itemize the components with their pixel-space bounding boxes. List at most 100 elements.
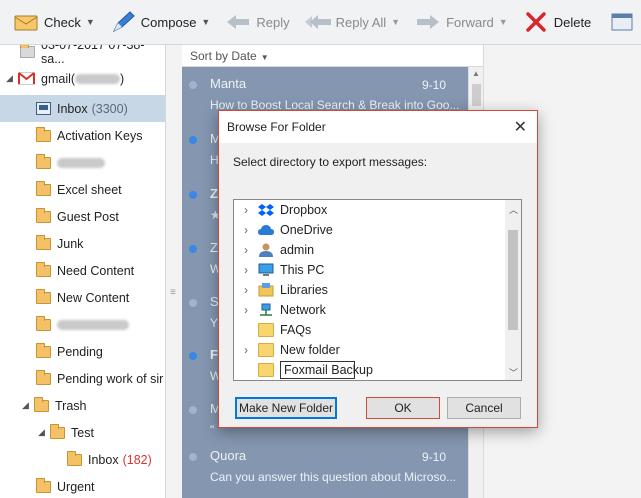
expand-icon[interactable]: › — [238, 283, 254, 297]
collapse-icon[interactable]: ◢ — [6, 73, 18, 84]
sidebar-item-redacted-2[interactable] — [0, 311, 165, 338]
cloud-icon — [258, 225, 274, 235]
sidebar-item-test-inbox[interactable]: Inbox (182) — [0, 446, 165, 473]
rename-input[interactable]: Foxmail Backup — [280, 361, 373, 379]
sort-dropdown[interactable]: Sort by Date ▼ — [182, 45, 483, 67]
tree-scrollbar[interactable]: ︿ ﹀ — [505, 200, 521, 380]
folder-icon — [67, 450, 82, 466]
sidebar-item-label: Test — [71, 425, 94, 440]
browse-folder-dialog: Browse For Folder ✕ Select directory to … — [218, 110, 538, 428]
sidebar-item-label: Pending — [57, 344, 103, 359]
sidebar-item-test[interactable]: ◢ Test — [0, 419, 165, 446]
unread-dot[interactable] — [189, 136, 197, 144]
expand-icon[interactable]: › — [238, 263, 254, 277]
scroll-thumb[interactable] — [508, 230, 518, 330]
tree-item-onedrive[interactable]: › OneDrive — [234, 220, 506, 240]
grip-icon: ≡ — [170, 287, 176, 298]
pane-splitter[interactable]: ≡ — [166, 45, 182, 498]
scroll-up-icon[interactable]: ▲ — [472, 69, 480, 78]
chevron-down-icon[interactable]: ▼ — [86, 17, 95, 27]
reply-all-label: Reply All — [335, 14, 387, 30]
sidebar-item-pending-work[interactable]: Pending work of sir — [0, 365, 165, 392]
expand-icon[interactable]: › — [238, 203, 254, 217]
tree-item-label: FAQs — [280, 323, 312, 337]
read-status-dot[interactable] — [189, 406, 197, 414]
expand-icon[interactable]: › — [238, 243, 254, 257]
sidebar-item-junk[interactable]: Junk — [0, 230, 165, 257]
sidebar-item-account-backup[interactable]: 03-07-2017 07-38-sa... — [0, 45, 165, 66]
close-icon[interactable]: ✕ — [514, 117, 527, 137]
folder-icon — [36, 234, 51, 250]
collapse-icon[interactable]: ◢ — [38, 427, 50, 438]
folder-icon — [36, 207, 51, 223]
tree-item-label: Libraries — [280, 283, 328, 297]
compose-button[interactable]: Compose ▼ — [109, 0, 210, 45]
toolbar: Check ▼ Compose ▼ Reply Reply All ▼ Forw… — [0, 0, 641, 45]
tree-item-dropbox[interactable]: › Dropbox — [234, 200, 506, 220]
forward-label: Forward — [446, 14, 494, 30]
delete-x-icon — [522, 9, 550, 35]
chevron-up-icon[interactable]: ︿ — [509, 203, 518, 216]
sidebar-item-new-content[interactable]: New Content — [0, 284, 165, 311]
chevron-down-icon[interactable]: ﹀ — [509, 366, 518, 379]
unread-dot[interactable] — [189, 191, 197, 199]
tree-item-label: New folder — [280, 343, 340, 357]
sidebar-item-activation-keys[interactable]: Activation Keys — [0, 122, 165, 149]
sidebar-item-gmail-account[interactable]: ◢ gmail( ) — [0, 65, 165, 92]
sidebar-item-inbox[interactable]: Inbox (3300) — [0, 95, 165, 122]
read-status-dot[interactable] — [189, 453, 197, 461]
chevron-down-icon[interactable]: ▼ — [201, 17, 210, 27]
tree-item-foxmail-backup[interactable]: Foxmail Backup — [234, 360, 506, 380]
folder-icon — [20, 45, 35, 58]
chevron-down-icon[interactable]: ▼ — [499, 17, 508, 27]
tree-item-libraries[interactable]: › Libraries — [234, 280, 506, 300]
list-item[interactable]: Quora 9-10 Can you answer this question … — [182, 442, 468, 498]
dialog-title: Browse For Folder — [227, 120, 326, 134]
tree-item-new-folder[interactable]: › New folder — [234, 340, 506, 360]
check-button[interactable]: Check ▼ — [12, 0, 95, 45]
reply-all-button[interactable]: Reply All ▼ — [304, 0, 400, 45]
sidebar-item-excel-sheet[interactable]: Excel sheet — [0, 176, 165, 203]
tree-item-faqs[interactable]: FAQs — [234, 320, 506, 340]
unread-dot[interactable] — [189, 352, 197, 360]
user-icon — [259, 243, 273, 257]
delete-button[interactable]: Delete — [522, 0, 591, 45]
library-icon — [258, 283, 274, 297]
collapse-icon[interactable]: ◢ — [22, 400, 34, 411]
expand-icon[interactable]: › — [238, 303, 254, 317]
folder-icon — [258, 323, 274, 337]
tree-item-network[interactable]: › Network — [234, 300, 506, 320]
folder-icon — [36, 369, 51, 385]
reply-button[interactable]: Reply — [224, 0, 290, 45]
tree-item-label: OneDrive — [280, 223, 333, 237]
tree-item-admin[interactable]: › admin — [234, 240, 506, 260]
tree-item-label: Dropbox — [280, 203, 328, 217]
forward-button[interactable]: Forward ▼ — [414, 0, 508, 45]
sidebar-item-label: New Content — [57, 290, 130, 305]
sidebar-item-pending[interactable]: Pending — [0, 338, 165, 365]
folder-icon — [36, 153, 51, 169]
expand-icon[interactable]: › — [238, 343, 254, 357]
sidebar-item-trash[interactable]: ◢ Trash — [0, 392, 165, 419]
unread-dot[interactable] — [189, 245, 197, 253]
read-status-dot[interactable] — [189, 81, 197, 89]
scroll-thumb[interactable] — [472, 84, 481, 106]
sidebar-item-redacted-1[interactable] — [0, 149, 165, 176]
sidebar-item-label: Guest Post — [57, 209, 119, 224]
sidebar-item-guest-post[interactable]: Guest Post — [0, 203, 165, 230]
folder-tree[interactable]: › Dropbox › OneDrive › admin › This PC ›… — [233, 199, 522, 381]
chevron-down-icon[interactable]: ▼ — [391, 17, 400, 27]
sidebar-item-need-content[interactable]: Need Content — [0, 257, 165, 284]
cancel-button[interactable]: Cancel — [447, 397, 521, 419]
make-new-folder-button[interactable]: Make New Folder — [235, 397, 337, 419]
message-subject: Can you answer this question about Micro… — [210, 470, 457, 484]
window-layout-icon[interactable] — [611, 12, 633, 32]
sidebar-item-urgent[interactable]: Urgent — [0, 473, 165, 498]
folder-icon — [34, 396, 49, 412]
expand-icon[interactable]: › — [238, 223, 254, 237]
read-status-dot[interactable] — [189, 299, 197, 307]
reply-label: Reply — [256, 14, 290, 30]
tree-item-this-pc[interactable]: › This PC — [234, 260, 506, 280]
ok-button[interactable]: OK — [366, 397, 440, 419]
gmail-icon — [18, 72, 35, 85]
